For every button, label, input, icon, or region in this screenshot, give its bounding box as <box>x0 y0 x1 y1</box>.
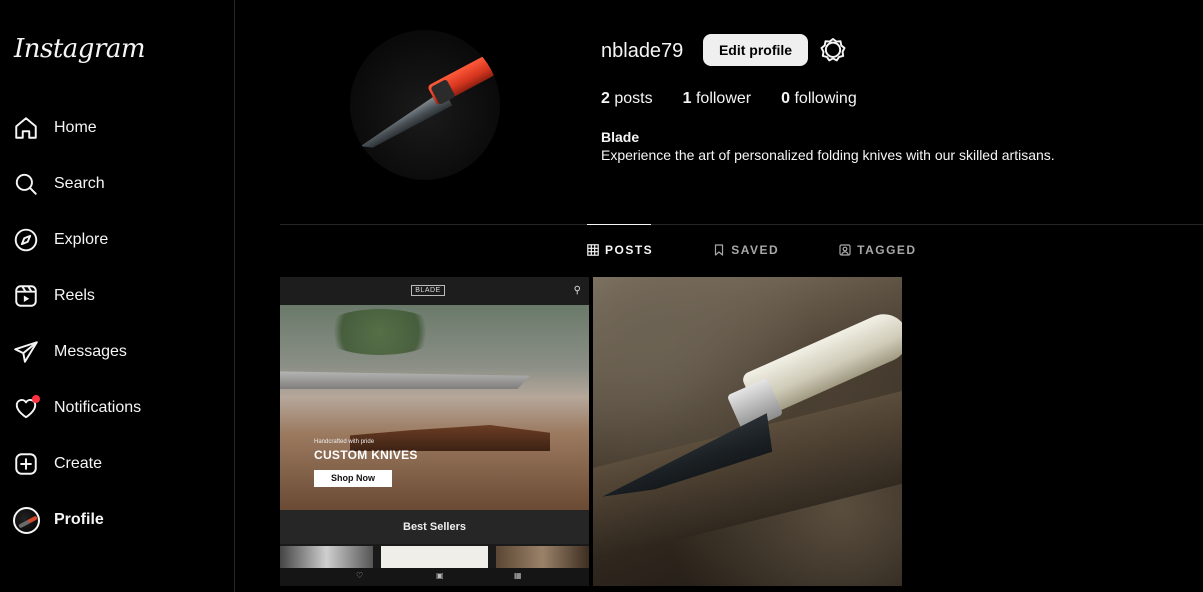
post-section-title: Best Sellers <box>280 510 589 544</box>
search-icon <box>12 170 40 198</box>
bio-name: Blade <box>601 129 640 145</box>
search-icon: ⚲ <box>573 285 581 296</box>
profile-avatar-icon <box>12 506 40 534</box>
post-shop-button: Shop Now <box>314 470 392 487</box>
tab-label: POSTS <box>605 243 654 257</box>
tab-saved[interactable]: SAVED <box>713 224 779 276</box>
sidebar-item-profile[interactable]: Profile <box>0 492 235 548</box>
sidebar-item-create[interactable]: Create <box>0 436 235 492</box>
post-bottom-bar: ♡ ▣ ▦ <box>280 568 589 586</box>
sidebar: Instagram Home Search Explore Reels Mess… <box>0 0 235 592</box>
post-thumbnail[interactable]: BLADE ⚲ Handcrafted with pride CUSTOM KN… <box>280 277 589 586</box>
sidebar-item-search[interactable]: Search <box>0 156 235 212</box>
profile-username: nblade79 <box>601 40 684 62</box>
post-brand-logo: BLADE <box>411 285 445 296</box>
tagged-icon <box>839 244 851 256</box>
following-count[interactable]: 0 following <box>781 90 857 108</box>
instagram-profile-page: Instagram Home Search Explore Reels Mess… <box>0 0 1203 592</box>
instagram-logo[interactable]: Instagram <box>14 34 146 64</box>
sidebar-item-label: Create <box>54 455 103 472</box>
bookmark-icon <box>715 244 724 256</box>
sidebar-item-label: Reels <box>54 287 95 304</box>
sidebar-item-messages[interactable]: Messages <box>0 324 235 380</box>
post-headline: CUSTOM KNIVES <box>314 448 418 462</box>
sidebar-nav: Home Search Explore Reels Messages Notif… <box>0 100 235 548</box>
home-icon <box>12 114 40 142</box>
heart-icon <box>12 394 40 422</box>
cart-icon: ▣ <box>436 571 444 580</box>
profile-stats: 2 posts 1 follower 0 following <box>601 90 887 108</box>
sidebar-item-label: Explore <box>54 231 109 248</box>
sidebar-item-label: Messages <box>54 343 127 360</box>
post-product-thumbs <box>280 544 589 568</box>
sidebar-item-label: Search <box>54 175 105 192</box>
sidebar-item-home[interactable]: Home <box>0 100 235 156</box>
profile-tabs: POSTS SAVED TAGGED <box>587 224 977 276</box>
tab-tagged[interactable]: TAGGED <box>839 224 916 276</box>
sidebar-item-reels[interactable]: Reels <box>0 268 235 324</box>
notification-badge <box>32 395 40 403</box>
profile-picture[interactable] <box>350 30 500 180</box>
grid-icon <box>587 244 599 256</box>
tab-label: SAVED <box>731 243 780 257</box>
avatar <box>12 506 40 534</box>
bio-text: Experience the art of personalized foldi… <box>601 147 1055 163</box>
post-tagline: Handcrafted with pride <box>314 439 375 445</box>
settings-gear-icon[interactable] <box>820 37 846 63</box>
store-icon: ▦ <box>514 571 522 580</box>
sidebar-item-notifications[interactable]: Notifications <box>0 380 235 436</box>
sidebar-item-label: Profile <box>54 511 104 528</box>
edit-profile-button[interactable]: Edit profile <box>703 34 808 66</box>
posts-count: 2 posts <box>601 90 653 107</box>
sidebar-item-label: Notifications <box>54 399 142 416</box>
compass-icon <box>12 226 40 254</box>
tab-label: TAGGED <box>857 243 917 257</box>
send-icon <box>12 338 40 366</box>
reels-icon <box>12 282 40 310</box>
tab-posts[interactable]: POSTS <box>587 224 653 276</box>
sidebar-item-label: Home <box>54 119 97 136</box>
heart-icon: ♡ <box>356 571 364 580</box>
sidebar-item-explore[interactable]: Explore <box>0 212 235 268</box>
post-website-header: BLADE ⚲ <box>280 277 589 305</box>
followers-count[interactable]: 1 follower <box>683 90 752 108</box>
post-thumbnail[interactable] <box>593 277 902 586</box>
plus-square-icon <box>12 450 40 478</box>
